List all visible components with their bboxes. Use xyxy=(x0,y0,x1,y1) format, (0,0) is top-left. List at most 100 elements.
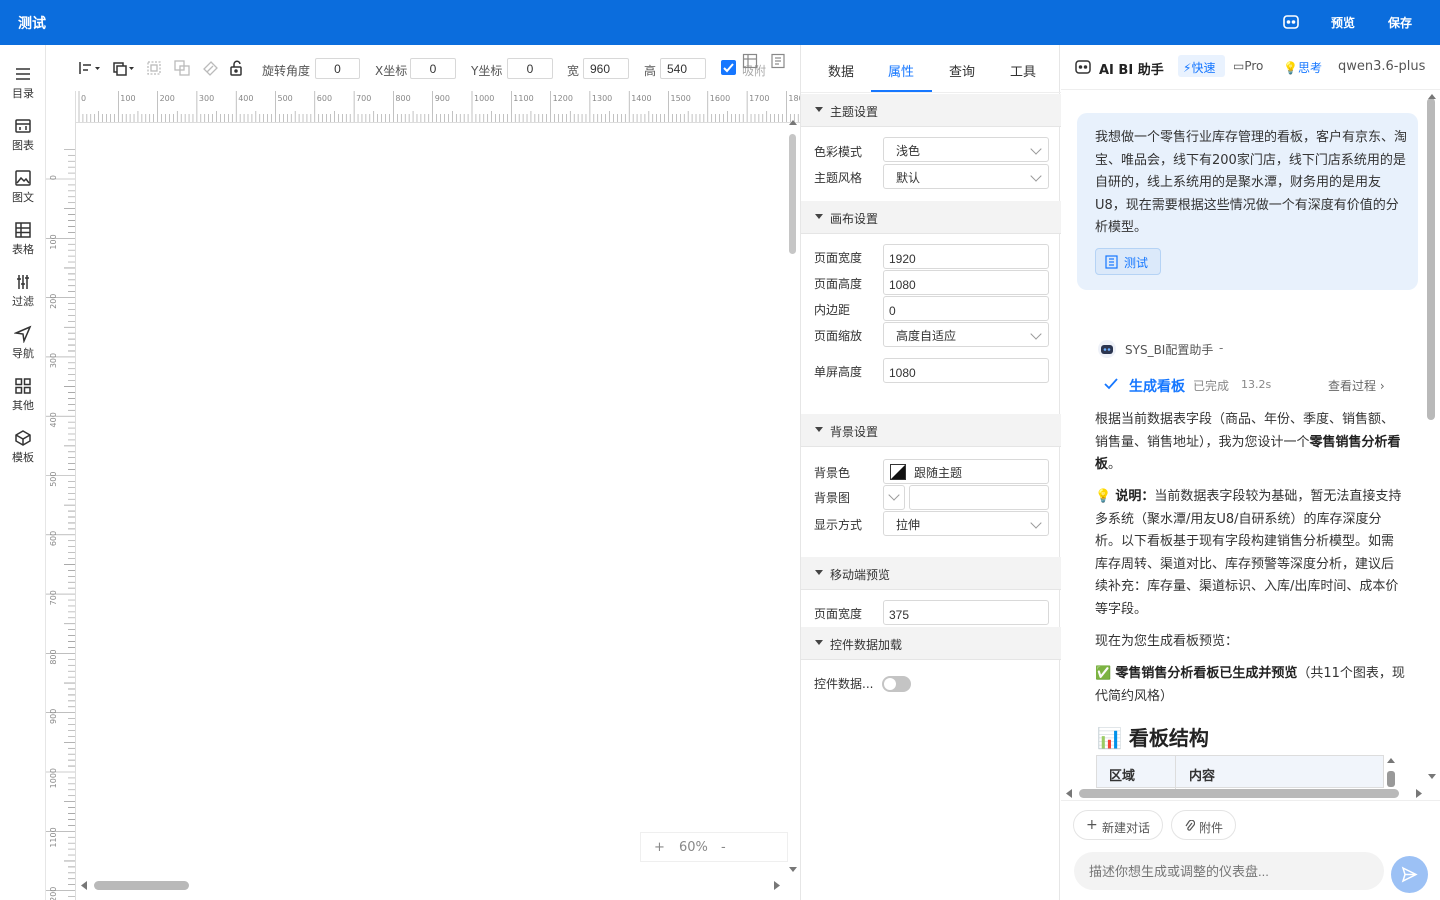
unlock-icon[interactable] xyxy=(229,60,245,76)
section-theme[interactable]: 主题设置 xyxy=(801,94,1061,127)
save-button[interactable]: 保存 xyxy=(1388,14,1412,31)
bot-avatar-icon xyxy=(1098,340,1116,358)
table-scroll-thumb[interactable] xyxy=(1387,771,1395,787)
ai-horizontal-scrollbar[interactable] xyxy=(1063,786,1425,800)
properties-panel: 数据 属性 查询 工具 主题设置 色彩模式 浅色 主题风格 默认 画布设置 页面… xyxy=(800,45,1061,900)
layer-icon[interactable] xyxy=(112,60,136,76)
width-input[interactable] xyxy=(583,58,629,79)
theme-style-select[interactable]: 默认 xyxy=(883,164,1049,189)
snap-checkbox[interactable] xyxy=(721,60,736,75)
tab-tools[interactable]: 工具 xyxy=(1010,61,1036,80)
display-mode-select[interactable]: 拉伸 xyxy=(883,511,1049,536)
bot-icon xyxy=(1075,60,1091,74)
section-mobile-preview[interactable]: 移动端预览 xyxy=(801,557,1061,590)
data-loading-toggle[interactable] xyxy=(882,676,911,692)
page-width-input[interactable] xyxy=(883,244,1049,269)
group-icon[interactable] xyxy=(146,60,162,76)
grid-toggle-icon[interactable] xyxy=(742,53,758,69)
section-canvas[interactable]: 画布设置 xyxy=(801,201,1061,234)
user-attachment-tag[interactable]: 测试 xyxy=(1095,248,1161,275)
sidebar-item-image-text[interactable]: 图文 xyxy=(0,169,46,217)
rotate-input[interactable] xyxy=(315,58,360,79)
align-icon[interactable] xyxy=(78,60,102,76)
new-chat-button[interactable]: + 新建对话 xyxy=(1073,810,1163,840)
model-selector[interactable]: qwen3.6-plus xyxy=(1338,59,1425,74)
sidebar-item-catalog[interactable]: 目录 xyxy=(0,65,46,113)
scrollbar-thumb[interactable] xyxy=(94,881,189,890)
screen-height-input[interactable] xyxy=(883,358,1049,383)
zoom-in-button[interactable]: + xyxy=(654,840,665,855)
bg-color-picker[interactable]: 跟随主题 xyxy=(883,459,1049,484)
tab-query[interactable]: 查询 xyxy=(949,61,975,80)
y-input[interactable] xyxy=(507,58,553,79)
chevron-down-icon xyxy=(888,489,900,501)
canvas-vertical-scrollbar[interactable] xyxy=(787,120,800,880)
ruler-tick-label: 1700 xyxy=(749,94,769,103)
send-button[interactable] xyxy=(1391,856,1428,893)
sidebar-item-table[interactable]: 表格 xyxy=(0,221,46,269)
zoom-out-button[interactable]: - xyxy=(721,840,726,855)
tab-properties[interactable]: 属性 xyxy=(888,61,914,80)
scroll-right-arrow-icon[interactable] xyxy=(774,881,780,890)
scroll-down-arrow-icon[interactable] xyxy=(789,867,797,873)
x-input[interactable] xyxy=(410,58,456,79)
grid-icon xyxy=(15,378,31,394)
sidebar-item-template[interactable]: 模板 xyxy=(0,429,46,477)
height-input[interactable] xyxy=(660,58,706,79)
step-time: 13.2s xyxy=(1241,378,1272,391)
attachment-button[interactable]: 附件 xyxy=(1171,810,1236,840)
step-status: 已完成 xyxy=(1193,379,1230,393)
ruler-tick-label: 1000 xyxy=(474,94,494,103)
ruler-tick-label: 1200 xyxy=(553,94,573,103)
ruler-tick-label: 700 xyxy=(49,590,58,605)
ruler-tick-label: 600 xyxy=(317,94,332,103)
section-background[interactable]: 背景设置 xyxy=(801,414,1061,447)
bg-color-label: 背景色 xyxy=(814,466,851,480)
preview-button[interactable]: 预览 xyxy=(1331,14,1355,31)
board-structure-table: 区域 内容 xyxy=(1096,755,1384,789)
table-scroll-up-icon[interactable] xyxy=(1387,758,1395,764)
scroll-right-arrow-icon[interactable] xyxy=(1416,789,1422,798)
bg-image-input[interactable] xyxy=(909,485,1049,510)
bg-image-dropdown[interactable] xyxy=(883,485,905,510)
ai-panel-scrollbar[interactable] xyxy=(1427,98,1435,420)
mode-fast-button[interactable]: ⚡快速 xyxy=(1183,59,1215,76)
ai-assistant-icon[interactable] xyxy=(1282,13,1300,31)
view-process-link[interactable]: 查看过程 › xyxy=(1328,377,1385,394)
page-settings-icon[interactable] xyxy=(770,53,786,69)
tab-data[interactable]: 数据 xyxy=(828,61,854,80)
sidebar-item-filter[interactable]: 过滤 xyxy=(0,273,46,321)
eraser-icon[interactable] xyxy=(202,60,218,76)
color-mode-select[interactable]: 浅色 xyxy=(883,137,1049,162)
canvas-horizontal-scrollbar[interactable] xyxy=(77,878,787,894)
ungroup-icon[interactable] xyxy=(174,60,190,76)
chevron-right-icon: › xyxy=(1379,379,1385,393)
scrollbar-thumb[interactable] xyxy=(1079,789,1399,798)
page-height-label: 页面高度 xyxy=(814,277,863,291)
chat-input[interactable] xyxy=(1074,852,1384,890)
sidebar-item-chart[interactable]: 图表 xyxy=(0,117,46,165)
bot-name-dash: - xyxy=(1219,341,1224,355)
ai-scroll-up-icon[interactable] xyxy=(1428,94,1436,100)
ai-scroll-down-icon[interactable] xyxy=(1428,774,1436,780)
sidebar-item-navigation[interactable]: 导航 xyxy=(0,325,46,373)
board-structure-heading: 📊 看板结构 xyxy=(1097,726,1209,750)
scrollbar-thumb[interactable] xyxy=(789,134,796,254)
scroll-left-arrow-icon[interactable] xyxy=(1066,789,1072,798)
design-canvas[interactable] xyxy=(77,124,787,880)
bot-paragraph-1: 根据当前数据表字段（商品、年份、季度、销售额、销售量、销售地址），我为您设计一个… xyxy=(1095,412,1401,472)
scroll-left-arrow-icon[interactable] xyxy=(81,881,87,890)
mode-pro-button[interactable]: ▭Pro xyxy=(1233,59,1263,73)
scroll-up-arrow-icon[interactable] xyxy=(789,120,797,126)
properties-tabs: 数据 属性 查询 工具 xyxy=(801,45,1061,93)
mobile-width-input[interactable] xyxy=(883,600,1049,625)
step-title: 生成看板 xyxy=(1129,379,1185,395)
section-data-loading[interactable]: 控件数据加载 xyxy=(801,627,1061,660)
page-height-input[interactable] xyxy=(883,270,1049,295)
padding-input[interactable] xyxy=(883,296,1049,321)
mode-think-button[interactable]: 💡思考 xyxy=(1283,59,1322,76)
table-icon xyxy=(15,222,31,238)
ruler-tick-label: 400 xyxy=(238,94,253,103)
page-scale-select[interactable]: 高度自适应 xyxy=(883,322,1049,347)
sidebar-item-other[interactable]: 其他 xyxy=(0,377,46,425)
